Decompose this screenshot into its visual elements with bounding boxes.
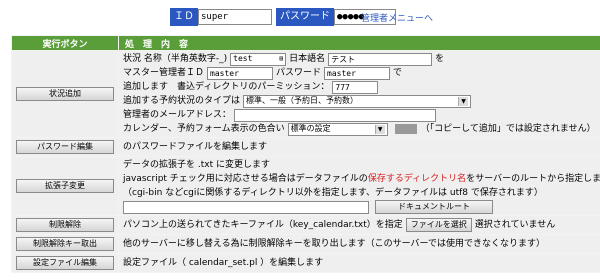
permission-input[interactable]: 777 [332, 80, 379, 94]
color-swatch [394, 124, 417, 134]
action-table: 実行ボタン 処 理 内 容 状況追加 状況 名称（半角英数字-_) test ▤ … [11, 35, 600, 273]
color-note: （「コピーして追加」では設定されません） [420, 124, 596, 134]
unlock-text: パソコン上の送られてきたキーファイル（key_calendar.txt）を指定 [123, 220, 403, 230]
unlock-key-text: 他のサーバーに移し替える為に制限解除キーを取り出します（このサーバーでは使用でき… [119, 235, 600, 253]
file-select-button[interactable]: ファイルを選択 [405, 218, 472, 232]
master-pw-input[interactable]: master [324, 66, 391, 80]
row-extension: 拡張子変更 データの拡張子を .txt に変更します javascript チェ… [12, 157, 600, 215]
password-label: パスワード [276, 8, 334, 26]
ext-line2: javascript チェック用に対応させる場合はデータファイルの [123, 174, 368, 184]
type-label: 追加する予約状況のタイプは [123, 96, 241, 106]
ext-line1: データの拡張子を .txt に変更します [123, 160, 270, 170]
row-unlock-key: 制限解除キー取出 他のサーバーに移し替える為に制限解除キーを取り出します（このサ… [12, 235, 600, 253]
extension-change-button[interactable]: 拡張子変更 [16, 179, 114, 193]
settings-edit-button[interactable]: 設定ファイル編集 [16, 256, 114, 270]
master-id-label: マスター管理者ＩＤ [123, 68, 205, 78]
jp-name-label: 日本語名 [289, 54, 326, 64]
file-status: 選択されていません [474, 220, 556, 230]
name-input[interactable]: test ▤ [230, 52, 287, 66]
password-edit-button[interactable]: パスワード編集 [16, 140, 114, 154]
add-status-form: 状況 名称（半角英数字-_) test ▤ 日本語名 テスト を マスター管理者Ｉ… [119, 51, 600, 137]
suffix-wo: を [435, 54, 445, 64]
email-input[interactable] [234, 108, 437, 122]
color-label: カレンダー、予約フォーム表示の色合い [123, 124, 285, 134]
unlock-key-button[interactable]: 制限解除キー取出 [16, 237, 114, 251]
chevron-down-icon: ▼ [458, 96, 469, 106]
header-action: 実行ボタン [12, 36, 118, 50]
jp-name-input[interactable]: テスト [328, 52, 433, 66]
master-pw-label: パスワード [276, 68, 322, 78]
email-label: 管理者のメールアドレス： [123, 110, 232, 120]
ext-path-input[interactable] [123, 200, 369, 214]
row-unlock: 制限解除 パソコン上の送られてきたキーファイル（key_calendar.txt… [12, 216, 600, 234]
ext-line2-end: をサーバーのルートから指定します [466, 174, 600, 184]
admin-menu-link[interactable]: 管理者メニューへ [361, 11, 433, 24]
ext-dir-name: 保存するディレクトリ名 [367, 174, 467, 184]
document-root-button[interactable]: ドキュメントルート [375, 200, 493, 214]
unlock-button[interactable]: 制限解除 [16, 218, 114, 232]
id-input[interactable] [198, 9, 272, 25]
row-password: パスワード編集 のパスワードファイルを編集します [12, 138, 600, 156]
settings-text: 設定ファイル（ calendar_set.pl ）を編集します [119, 254, 600, 272]
id-label: ＩＤ [170, 8, 198, 26]
row-add-status: 状況追加 状況 名称（半角英数字-_) test ▤ 日本語名 テスト を マスタ… [12, 51, 600, 137]
name-label: 状況 名称（半角英数字-_) [123, 54, 228, 64]
master-id-input[interactable]: master [207, 66, 274, 80]
permission-label: 追加します 書込ディレクトリのパーミッション： [123, 82, 330, 92]
row-settings: 設定ファイル編集 設定ファイル（ calendar_set.pl ）を編集します [12, 254, 600, 272]
list-icon: ▤ [279, 55, 284, 62]
color-select[interactable]: 標準の設定 ▼ [287, 122, 388, 136]
password-text: のパスワードファイルを編集します [119, 138, 600, 156]
table-header: 実行ボタン 処 理 内 容 [12, 36, 600, 50]
chevron-down-icon: ▼ [374, 124, 385, 134]
header-content: 処 理 内 容 [119, 36, 600, 50]
add-status-button[interactable]: 状況追加 [16, 87, 114, 101]
ext-line3: （cgi-bin などcgiに関係するディレクトリ以外を指定します、データファイ… [123, 188, 543, 198]
suffix-de: で [393, 68, 403, 78]
type-select[interactable]: 標準、一般（予約日、予約数） ▼ [243, 94, 472, 108]
